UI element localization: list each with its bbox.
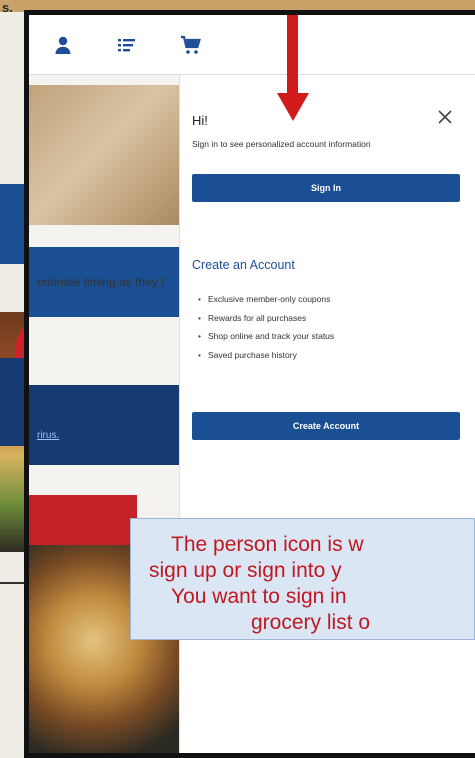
- promo-image: [29, 85, 189, 225]
- annotation-arrow-shaft: [287, 15, 298, 97]
- top-nav-bar: [29, 15, 475, 75]
- underlying-page: ordinate timing as they l rirus.: [29, 75, 189, 753]
- screenshot-frame: ordinate timing as they l rirus. Hi! Sig…: [24, 10, 475, 758]
- sign-in-button[interactable]: Sign In: [192, 174, 460, 202]
- panel-greeting: Hi!: [192, 113, 208, 128]
- list-item: Saved purchase history: [198, 350, 334, 360]
- create-account-heading: Create an Account: [192, 258, 295, 272]
- list-item: Rewards for all purchases: [198, 313, 334, 323]
- account-panel: Hi! Sign in to see personalized account …: [179, 75, 475, 753]
- cart-icon[interactable]: [179, 33, 203, 57]
- close-icon[interactable]: [437, 109, 453, 125]
- callout-line-2: sign up or sign into y: [149, 559, 342, 582]
- navy-banner: [29, 385, 189, 465]
- annotation-arrow-head: [277, 93, 309, 121]
- page-text-fragment: ordinate timing as they l: [37, 275, 164, 289]
- benefits-list: Exclusive member-only coupons Rewards fo…: [198, 294, 334, 368]
- callout-line-3: You want to sign in: [171, 585, 347, 608]
- background-text-fragment: s.: [2, 0, 13, 15]
- panel-subtitle: Sign in to see personalized account info…: [192, 139, 371, 149]
- create-account-button[interactable]: Create Account: [192, 412, 460, 440]
- list-item: Exclusive member-only coupons: [198, 294, 334, 304]
- person-icon[interactable]: [51, 33, 75, 57]
- list-item: Shop online and track your status: [198, 331, 334, 341]
- page-link-fragment[interactable]: rirus.: [37, 430, 59, 441]
- instruction-callout: The person icon is w sign up or sign int…: [130, 518, 475, 640]
- app-screen: ordinate timing as they l rirus. Hi! Sig…: [29, 15, 475, 753]
- callout-line-1: The person icon is w: [171, 533, 364, 556]
- list-icon[interactable]: [115, 33, 139, 57]
- callout-line-4: grocery list o: [251, 611, 371, 634]
